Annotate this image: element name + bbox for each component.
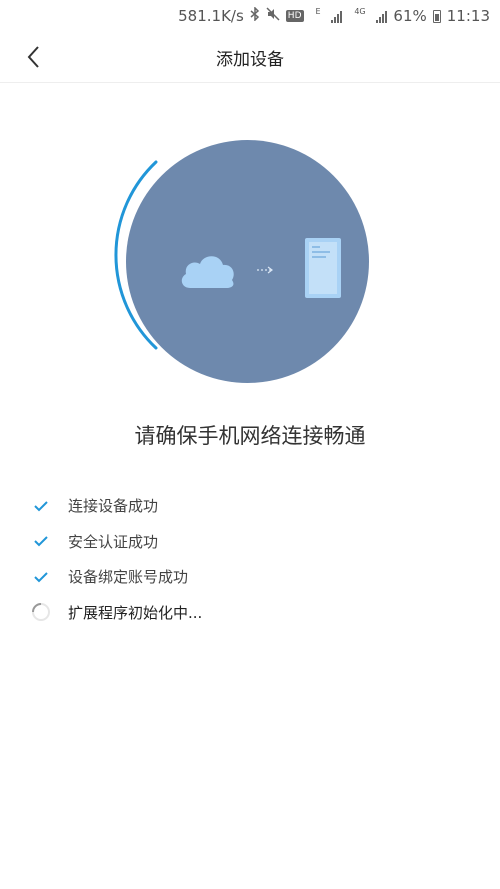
step-item: 安全认证成功 — [30, 524, 470, 560]
progress-circle — [126, 140, 369, 383]
battery-percent: 61% — [393, 7, 427, 25]
check-icon — [30, 495, 52, 517]
network-speed: 581.1K/s — [178, 7, 244, 25]
device-icon — [305, 238, 341, 298]
battery-icon — [432, 9, 441, 23]
hd-badge: HD — [285, 10, 304, 22]
status-bar: 581.1K/s HD E 4G 61% 11:13 — [0, 0, 500, 32]
spinner-icon — [30, 601, 52, 623]
page-title: 添加设备 — [216, 50, 284, 70]
mute-icon — [266, 7, 280, 25]
app-header: 添加设备 — [0, 32, 500, 83]
setup-steps: 连接设备成功 安全认证成功 设备绑定账号成功 扩展程序初始化中... — [30, 488, 470, 630]
cloud-icon — [181, 256, 234, 288]
step-label: 安全认证成功 — [68, 532, 159, 551]
clock: 11:13 — [446, 7, 490, 25]
step-label: 扩展程序初始化中... — [68, 603, 203, 622]
signal-1-badge: E — [315, 7, 321, 16]
step-item: 扩展程序初始化中... — [30, 595, 470, 631]
arrow-icon — [257, 266, 273, 274]
signal-2-badge: 4G — [354, 7, 366, 16]
step-label: 设备绑定账号成功 — [68, 568, 189, 587]
connection-illustration — [110, 130, 390, 390]
step-item: 设备绑定账号成功 — [30, 559, 470, 595]
check-icon — [30, 530, 52, 552]
check-icon — [30, 566, 52, 588]
signal-1-icon: E — [310, 7, 343, 25]
step-label: 连接设备成功 — [68, 497, 159, 516]
step-item: 连接设备成功 — [30, 488, 470, 524]
signal-2-icon: 4G — [348, 7, 388, 25]
bluetooth-icon — [250, 6, 260, 25]
network-headline: 请确保手机网络连接畅通 — [134, 424, 366, 448]
